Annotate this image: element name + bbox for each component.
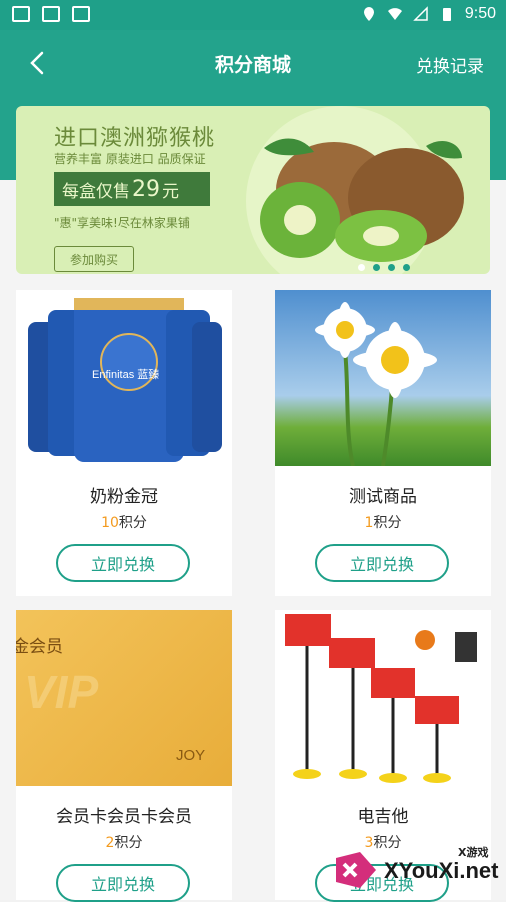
promo-banner[interactable]: 进口澳洲猕猴桃 营养丰富 原装进口 品质保证 每盒仅售 29 元 "惠"享美味!… xyxy=(16,106,490,274)
battery-icon xyxy=(442,8,451,21)
product-name: 电吉他 xyxy=(357,807,409,827)
kiwi-image xyxy=(260,138,464,262)
banner-title: 进口澳洲猕猴桃 xyxy=(54,126,216,151)
pagination-dot[interactable] xyxy=(388,264,395,271)
svg-text:VIP: VIP xyxy=(24,666,98,718)
points-unit: 积分 xyxy=(373,515,402,531)
svg-text:JOY: JOY xyxy=(176,747,205,764)
product-image-basketball-stand xyxy=(275,610,491,786)
site-watermark: X游戏 XYouXi.net xyxy=(330,842,500,894)
banner-subtitle: 营养丰富 原装进口 品质保证 xyxy=(54,152,206,166)
location-icon xyxy=(363,7,374,21)
price-prefix: 每盒仅售 xyxy=(62,181,130,202)
exchange-records-link[interactable]: 兑换记录 xyxy=(416,52,484,77)
banner-price-badge: 每盒仅售 29 元 xyxy=(54,172,210,206)
product-card[interactable]: 金会员 VIP JOY 会员卡会员卡会员 2积分 立即兑换 xyxy=(16,610,232,902)
banner-buy-button[interactable]: 参加购买 xyxy=(54,246,134,272)
watermark-logo-icon xyxy=(336,852,376,888)
product-name: 奶粉金冠 xyxy=(90,487,158,507)
product-name: 测试商品 xyxy=(349,487,417,507)
price-unit: 元 xyxy=(162,181,179,202)
product-image-milk-powder: Enfinitas 蓝臻 xyxy=(16,290,232,466)
points-unit: 积分 xyxy=(118,515,147,531)
pagination-dot[interactable] xyxy=(403,264,410,271)
wifi-icon xyxy=(387,8,402,20)
status-bar: 9:50 xyxy=(0,0,506,30)
redeem-button[interactable]: 立即兑换 xyxy=(315,544,449,582)
redeem-button[interactable]: 立即兑换 xyxy=(56,864,190,902)
no-signal-icon xyxy=(413,6,428,21)
product-image-label: Enfinitas 蓝臻 xyxy=(92,369,160,381)
pagination-dot[interactable] xyxy=(358,264,365,271)
product-points: 1积分 xyxy=(275,512,491,532)
points-unit: 积分 xyxy=(114,835,143,851)
watermark-brand: XYouXi.net xyxy=(384,858,499,883)
product-card[interactable]: 测试商品 1积分 立即兑换 xyxy=(275,290,491,596)
redeem-button[interactable]: 立即兑换 xyxy=(56,544,190,582)
product-image-vip-card: 金会员 VIP JOY xyxy=(16,610,232,786)
font-icon xyxy=(72,6,90,22)
status-time: 9:50 xyxy=(464,5,496,22)
image-icon xyxy=(42,6,60,22)
product-points: 2积分 xyxy=(16,832,232,852)
product-name: 会员卡会员卡会员 xyxy=(56,807,192,827)
price-value: 29 xyxy=(132,176,160,202)
points-value: 10 xyxy=(101,515,119,531)
product-image-daisy xyxy=(275,290,491,466)
product-points: 10积分 xyxy=(16,512,232,532)
product-card[interactable]: Enfinitas 蓝臻 奶粉金冠 10积分 立即兑换 xyxy=(16,290,232,596)
banner-pagination xyxy=(358,264,410,271)
banner-tagline: "惠"享美味!尽在林家果铺 xyxy=(54,216,190,230)
notification-icon xyxy=(12,6,30,22)
pagination-dot-active[interactable] xyxy=(373,264,380,271)
